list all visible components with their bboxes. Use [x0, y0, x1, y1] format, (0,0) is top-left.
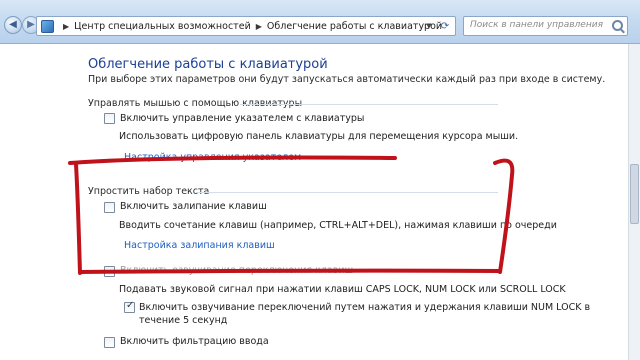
control-panel-icon	[41, 19, 54, 33]
sticky-keys-description: Вводить сочетание клавиш (например, CTRL…	[119, 220, 557, 231]
page-title: Облегчение работы с клавиатурой	[88, 57, 328, 72]
mouse-keys-settings-link[interactable]: Настройка управления указателем	[124, 152, 301, 163]
toggle-keys-description: Подавать звуковой сигнал при нажатии кла…	[119, 284, 566, 295]
sticky-keys-checkbox[interactable]	[104, 202, 115, 213]
address-toolbar: ◀ ▶ ▶ Центр специальных возможностей ▶ О…	[0, 0, 640, 44]
num-lock-toggle-label-line1[interactable]: Включить озвучивание переключений путем …	[139, 302, 590, 313]
vertical-scrollbar[interactable]	[628, 44, 640, 360]
page-subtitle: При выборе этих параметров они будут зап…	[88, 74, 606, 85]
breadcrumb-ease-of-access-center[interactable]: Центр специальных возможностей	[74, 21, 251, 32]
num-lock-toggle-label-line2[interactable]: течение 5 секунд	[139, 315, 227, 326]
back-button[interactable]: ◀	[4, 16, 22, 34]
num-lock-toggle-checkbox[interactable]	[124, 300, 135, 313]
address-dropdown-icon[interactable]: ▼	[423, 17, 435, 35]
section-divider	[240, 104, 498, 105]
mouse-keys-checkbox[interactable]	[104, 113, 115, 124]
scrollbar-thumb[interactable]	[630, 164, 639, 224]
forward-arrow-icon: ▶	[27, 19, 35, 30]
back-arrow-icon: ◀	[9, 19, 17, 30]
filter-keys-checkbox-label[interactable]: Включить фильтрацию ввода	[120, 336, 269, 347]
sticky-keys-settings-link[interactable]: Настройка залипания клавиш	[124, 240, 275, 251]
section-divider	[196, 192, 498, 193]
toggle-keys-checkbox[interactable]	[104, 266, 115, 277]
refresh-icon[interactable]: ⟳	[437, 17, 453, 35]
mouse-keys-checkbox-label[interactable]: Включить управление указателем с клавиат…	[120, 113, 364, 124]
breadcrumb-separator-icon[interactable]: ▶	[63, 22, 69, 31]
search-placeholder: Поиск в панели управления	[470, 20, 603, 30]
breadcrumb-keyboard-ease[interactable]: Облегчение работы с клавиатурой	[267, 21, 442, 32]
breadcrumb-separator-icon[interactable]: ▶	[256, 22, 262, 31]
mouse-keys-description: Использовать цифровую панель клавиатуры …	[119, 131, 519, 142]
sticky-keys-checkbox-label[interactable]: Включить залипание клавиш	[120, 201, 267, 212]
filter-keys-checkbox[interactable]	[104, 337, 115, 348]
filter-keys-description-partial	[119, 355, 499, 360]
search-icon[interactable]	[612, 20, 623, 31]
section-header-typing: Упростить набор текста	[88, 186, 210, 197]
search-input[interactable]: Поиск в панели управления	[463, 16, 628, 36]
address-bar[interactable]: ▶ Центр специальных возможностей ▶ Облег…	[36, 16, 456, 36]
toggle-keys-checkbox-label[interactable]: Включить озвучивание переключения клавиш	[120, 265, 353, 276]
settings-panel: Облегчение работы с клавиатурой При выбо…	[0, 44, 628, 360]
